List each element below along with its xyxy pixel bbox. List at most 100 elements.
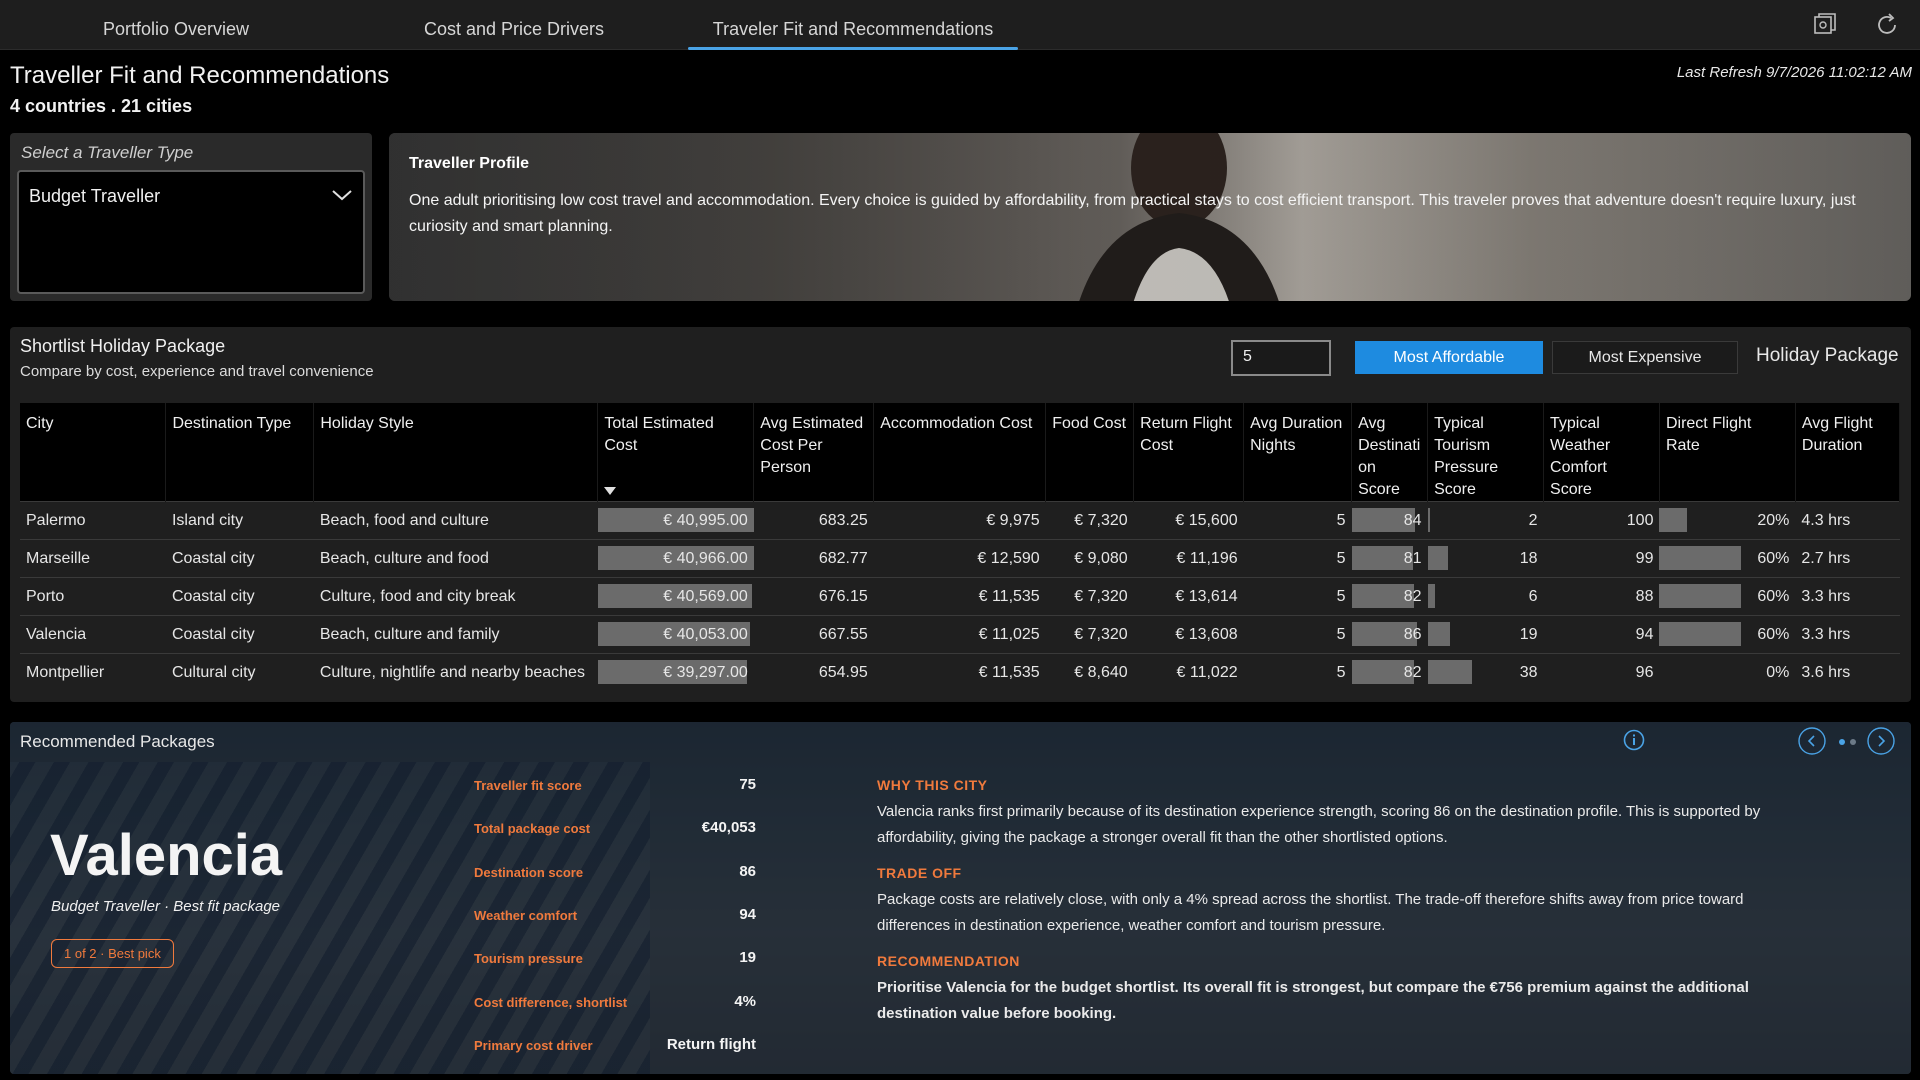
cell-value: 82 xyxy=(1403,587,1422,605)
cell-direct-flight-rate: 20% xyxy=(1659,501,1796,540)
trade-off-heading: TRADE OFF xyxy=(877,865,962,881)
shortlist-table: City Destination Type Holiday Style Tota… xyxy=(20,403,1901,692)
cell-flight-duration: 3.6 hrs xyxy=(1795,653,1900,692)
cell-total-cost: € 39,297.00 xyxy=(597,653,754,692)
cell-total-cost: € 40,053.00 xyxy=(597,615,754,654)
cell-value: 18 xyxy=(1519,549,1538,567)
info-icon[interactable] xyxy=(1623,729,1645,751)
profile-title: Traveller Profile xyxy=(409,155,530,172)
tab-traveler-fit[interactable]: Traveler Fit and Recommendations xyxy=(688,0,1018,50)
cell-value: 82 xyxy=(1403,663,1422,681)
cell-value: 38 xyxy=(1519,663,1538,681)
data-bar xyxy=(1427,546,1449,570)
metric-value: €40,053 xyxy=(701,819,756,836)
cell-nights: 5 xyxy=(1243,539,1352,578)
top-n-input[interactable]: 5 xyxy=(1231,340,1331,376)
cell-direct-flight-rate: 60% xyxy=(1659,539,1796,578)
cell-accommodation: € 11,535 xyxy=(873,577,1046,616)
traveller-type-dropdown[interactable]: Budget Traveller xyxy=(17,170,365,294)
data-bar xyxy=(1659,584,1742,608)
page-dot-2[interactable] xyxy=(1850,739,1856,745)
cell-return-flight: € 13,608 xyxy=(1133,615,1244,654)
cell-value: 19 xyxy=(1519,625,1538,643)
cell-destination-score: 82 xyxy=(1351,577,1428,616)
reset-icon[interactable] xyxy=(1812,12,1838,38)
page-dot-1[interactable] xyxy=(1839,739,1845,745)
traveller-type-label: Select a Traveller Type xyxy=(21,143,194,162)
col-return-flight-cost[interactable]: Return Flight Cost xyxy=(1133,403,1245,502)
metric-value: Return flight xyxy=(666,1036,756,1053)
data-bar xyxy=(1427,622,1450,646)
cell-accommodation: € 11,025 xyxy=(873,615,1046,654)
most-affordable-button[interactable]: Most Affordable xyxy=(1355,341,1543,374)
col-destination-type[interactable]: Destination Type xyxy=(165,403,315,502)
col-total-estimated-cost[interactable]: Total Estimated Cost xyxy=(597,403,755,502)
table-row[interactable]: Marseille Coastal city Beach, culture and … xyxy=(20,539,1900,578)
cell-holiday-style: Culture, nightlife and nearby beaches xyxy=(313,653,598,692)
col-avg-flight-duration[interactable]: Avg Flight Duration xyxy=(1795,403,1901,502)
col-tourism-pressure[interactable]: Typical Tourism Pressure Score xyxy=(1427,403,1545,502)
refresh-icon[interactable] xyxy=(1874,12,1900,38)
tab-cost-and-price-drivers[interactable]: Cost and Price Drivers xyxy=(420,0,608,50)
cell-destination-score: 86 xyxy=(1351,615,1428,654)
cell-destination-type: Island city xyxy=(165,501,314,540)
cell-nights: 5 xyxy=(1243,501,1352,540)
cell-value: 60% xyxy=(1757,587,1790,605)
table-row[interactable]: Porto Coastal city Culture, food and city … xyxy=(20,577,1900,616)
col-total-estimated-cost-label: Total Estimated Cost xyxy=(604,415,714,454)
recommendation-heading: RECOMMENDATION xyxy=(877,953,1020,969)
cell-value: 84 xyxy=(1403,511,1422,529)
table-row[interactable]: Valencia Coastal city Beach, culture and f… xyxy=(20,615,1900,654)
page-title: Traveller Fit and Recommendations xyxy=(10,62,390,89)
traveller-type-card: Select a Traveller Type Budget Traveller xyxy=(10,133,372,301)
cell-food: € 8,640 xyxy=(1045,653,1134,692)
holiday-package-label: Holiday Package xyxy=(1756,345,1899,366)
traveller-type-value: Budget Traveller xyxy=(29,186,161,206)
col-weather-comfort[interactable]: Typical Weather Comfort Score xyxy=(1543,403,1660,502)
tab-portfolio-overview[interactable]: Portfolio Overview xyxy=(90,0,262,50)
cell-value: 6 xyxy=(1528,587,1538,605)
col-city[interactable]: City xyxy=(20,403,167,502)
cell-accommodation: € 9,975 xyxy=(873,501,1046,540)
table-row[interactable]: Palermo Island city Beach, food and cultur… xyxy=(20,501,1900,540)
col-food-cost[interactable]: Food Cost xyxy=(1045,403,1135,502)
cell-return-flight: € 11,196 xyxy=(1133,539,1244,578)
col-avg-duration-nights[interactable]: Avg Duration Nights xyxy=(1243,403,1353,502)
sort-descending-icon xyxy=(604,487,617,495)
cell-flight-duration: 3.3 hrs xyxy=(1795,615,1900,654)
cell-nights: 5 xyxy=(1243,653,1352,692)
data-bar xyxy=(1659,546,1742,570)
cell-holiday-style: Culture, food and city break xyxy=(313,577,598,616)
data-bar xyxy=(1427,660,1472,684)
cell-value: 20% xyxy=(1757,511,1790,529)
cell-destination-score: 84 xyxy=(1351,501,1428,540)
cell-cost-per-person: 683.25 xyxy=(753,501,874,540)
cell-flight-duration: 2.7 hrs xyxy=(1795,539,1900,578)
col-accommodation-cost[interactable]: Accommodation Cost xyxy=(873,403,1047,502)
cell-cost-per-person: 654.95 xyxy=(753,653,874,692)
cell-value: 60% xyxy=(1757,625,1790,643)
col-direct-flight-rate[interactable]: Direct Flight Rate xyxy=(1659,403,1796,502)
data-bar xyxy=(1427,584,1435,608)
why-this-city-text: Valencia ranks first primarily because o… xyxy=(877,803,1761,846)
traveller-profile-banner: Traveller Profile One adult prioritising… xyxy=(389,133,1911,301)
cell-value: € 40,053.00 xyxy=(663,625,748,643)
cell-weather-comfort: 100 xyxy=(1543,501,1660,540)
cell-tourism-pressure: 6 xyxy=(1427,577,1544,616)
cell-accommodation: € 12,590 xyxy=(873,539,1046,578)
best-pick-badge: 1 of 2 · Best pick xyxy=(51,939,174,968)
cell-food: € 7,320 xyxy=(1045,501,1134,540)
shortlist-subtitle: Compare by cost, experience and travel c… xyxy=(20,363,374,380)
metric-label: Cost difference, shortlist xyxy=(474,995,628,1010)
cell-return-flight: € 15,600 xyxy=(1133,501,1244,540)
chevron-right-icon[interactable] xyxy=(1867,727,1895,755)
cell-holiday-style: Beach, food and culture xyxy=(313,501,598,540)
col-avg-cost-per-person[interactable]: Avg Estimated Cost Per Person xyxy=(753,403,875,502)
cell-holiday-style: Beach, culture and food xyxy=(313,539,598,578)
chevron-left-icon[interactable] xyxy=(1798,727,1826,755)
table-row[interactable]: Montpellier Cultural city Culture, nightli… xyxy=(20,653,1900,692)
most-expensive-button[interactable]: Most Expensive xyxy=(1552,341,1738,374)
cell-city: Marseille xyxy=(20,539,166,578)
col-avg-destination-score[interactable]: Avg Destinati on Score xyxy=(1351,403,1429,502)
col-holiday-style[interactable]: Holiday Style xyxy=(313,403,599,502)
